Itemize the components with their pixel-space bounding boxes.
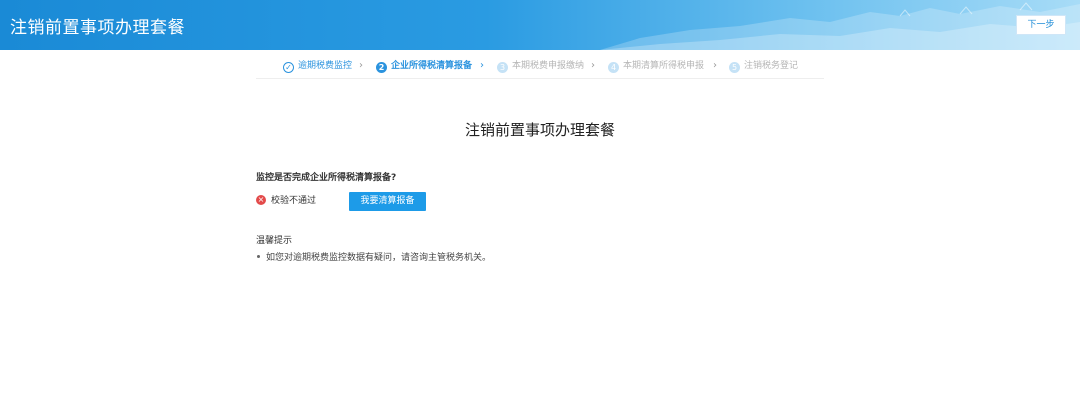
check-status-text: 校验不通过 xyxy=(271,196,317,206)
step-1-label: 逾期税费监控 xyxy=(298,61,353,71)
step-2-number: 2 xyxy=(376,62,387,73)
app-title: 注销前置事项办理套餐 xyxy=(10,18,185,38)
check-icon: ✓ xyxy=(283,62,294,73)
step-4: 4 本期清算所得税申报 xyxy=(608,59,704,73)
step-2[interactable]: 2 企业所得税清算报备 xyxy=(376,59,472,73)
next-step-button[interactable]: 下一步 xyxy=(1016,15,1066,35)
chevron-right-icon: › xyxy=(591,60,595,71)
app-header: 注销前置事项办理套餐 下一步 xyxy=(0,0,1080,50)
bullet-icon xyxy=(257,255,260,258)
step-5-number: 5 xyxy=(729,62,740,73)
check-status-row: × 校验不通过 我要清算报备 xyxy=(256,192,456,211)
chevron-right-icon: › xyxy=(713,60,717,71)
step-progress-bar: ✓ 逾期税费监控 › 2 企业所得税清算报备 › 3 本期税费申报缴纳 › 4 本期清算… xyxy=(256,53,824,79)
step-3: 3 本期税费申报缴纳 xyxy=(497,59,584,73)
step-4-number: 4 xyxy=(608,62,619,73)
chevron-right-icon: › xyxy=(359,60,363,71)
step-3-label: 本期税费申报缴纳 xyxy=(512,61,585,71)
error-icon: × xyxy=(256,195,266,205)
page-title: 注销前置事项办理套餐 xyxy=(464,121,615,139)
step-3-number: 3 xyxy=(497,62,508,73)
step-1[interactable]: ✓ 逾期税费监控 xyxy=(283,59,352,73)
tips-title: 温馨提示 xyxy=(256,236,293,246)
step-2-label: 企业所得税清算报备 xyxy=(391,61,473,71)
header-landscape-decoration xyxy=(600,2,1080,50)
chevron-right-icon: › xyxy=(480,60,484,71)
step-5: 5 注销税务登记 xyxy=(729,59,798,73)
tips-item-text: 如您对逾期税费监控数据有疑问，请咨询主管税务机关。 xyxy=(266,253,492,263)
step-4-label: 本期清算所得税申报 xyxy=(623,61,705,71)
tips-item: 如您对逾期税费监控数据有疑问，请咨询主管税务机关。 xyxy=(256,250,491,263)
monitor-question: 监控是否完成企业所得税清算报备? xyxy=(256,173,397,183)
liquidation-filing-button[interactable]: 我要清算报备 xyxy=(349,192,426,211)
step-5-label: 注销税务登记 xyxy=(744,61,799,71)
